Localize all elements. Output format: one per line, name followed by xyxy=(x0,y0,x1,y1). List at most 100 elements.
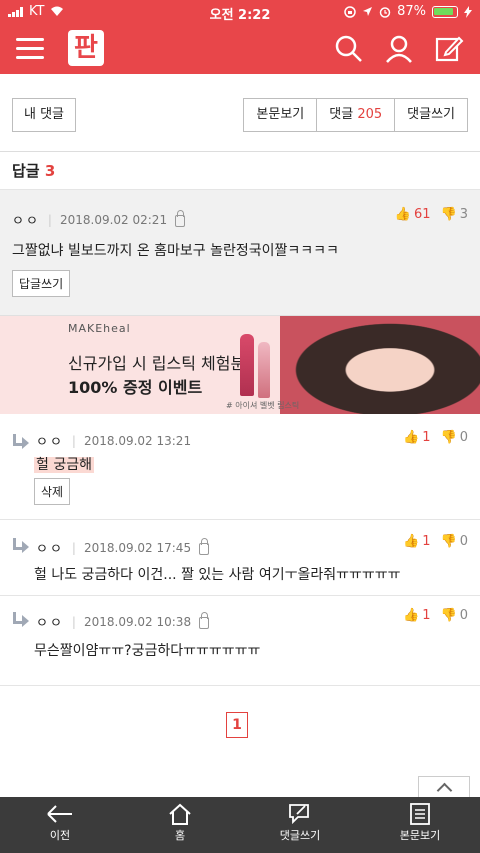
reply-text: 무슨짤이얌ㅠㅠ?궁금하다ㅠㅠㅠㅠㅠㅠ xyxy=(34,643,261,659)
bottom-nav: 이전 홈 댓글쓰기 본문보기 xyxy=(0,797,480,853)
document-icon xyxy=(410,803,430,825)
ad-banner[interactable]: MAKEheal 신규가입 시 립스틱 체험분 100% 증정 이벤트 # 아이… xyxy=(0,316,480,414)
reply-meta: ㅇㅇ | 2018.09.02 17:45 xyxy=(36,537,210,557)
comment-author: ㅇㅇ xyxy=(12,214,40,229)
dislike-button[interactable]: 👎 0 xyxy=(441,608,468,623)
nav-home[interactable]: 홈 xyxy=(120,797,240,853)
battery-icon xyxy=(432,5,458,18)
rotation-lock-icon xyxy=(344,5,356,18)
ad-brand: MAKEheal xyxy=(68,322,131,335)
home-icon xyxy=(169,803,191,825)
like-button[interactable]: 👍 1 xyxy=(403,608,430,623)
dislike-count: 3 xyxy=(459,207,468,222)
thumb-down-icon: 👎 xyxy=(440,534,457,549)
delete-button[interactable]: 삭제 xyxy=(34,478,71,505)
replies-label: 답글 xyxy=(12,162,40,180)
model-photo xyxy=(280,316,480,414)
reply-date: 2018.09.02 13:21 xyxy=(83,433,192,448)
user-icon[interactable] xyxy=(384,34,414,64)
reply-meta: ㅇㅇ | 2018.09.02 10:38 xyxy=(36,611,210,631)
reply-arrow-icon xyxy=(12,612,30,627)
like-count: 1 xyxy=(422,430,431,445)
view-post-button[interactable]: 본문보기 xyxy=(243,98,318,132)
thumb-up-icon: 👍 xyxy=(403,608,420,623)
reply-meta: ㅇㅇ | 2018.09.02 13:21 xyxy=(36,431,192,451)
search-icon[interactable] xyxy=(334,34,364,64)
nav-view-post[interactable]: 본문보기 xyxy=(360,797,480,853)
comments-count: 205 xyxy=(357,107,383,122)
thumb-up-icon: 👍 xyxy=(403,430,420,445)
like-button[interactable]: 👍 1 xyxy=(403,534,430,549)
ad-line-2: 100% 증정 이벤트 xyxy=(68,378,203,397)
dislike-button[interactable]: 👎 0 xyxy=(441,430,468,445)
reply-author: ㅇㅇ xyxy=(36,616,64,631)
page-1-link[interactable]: 1 xyxy=(226,712,248,738)
comment-text: 그짤없냐 빌보드까지 온 홈마보구 놀란정국이짤ㅋㅋㅋㅋ xyxy=(12,243,339,259)
action-row: 내 댓글 본문보기 댓글 205 댓글쓰기 xyxy=(0,74,480,152)
nav-view-label: 본문보기 xyxy=(399,829,441,842)
write-comment-button[interactable]: 댓글쓰기 xyxy=(395,98,468,132)
reply-text-highlight: 헐 궁금해 xyxy=(34,457,94,473)
like-button[interactable]: 👍 61 xyxy=(395,207,431,222)
thumb-up-icon: 👍 xyxy=(403,534,420,549)
reply-item: ㅇㅇ | 2018.09.02 10:38 👍 1 👎 0 무슨짤이얌ㅠㅠ?궁금하다… xyxy=(0,596,480,686)
back-arrow-icon xyxy=(47,805,72,823)
reply-item: ㅇㅇ | 2018.09.02 13:21 👍 1 👎 0 헐 궁금해 삭제 xyxy=(0,414,480,520)
reply-date: 2018.09.02 17:45 xyxy=(83,540,192,555)
scroll-top-button[interactable] xyxy=(418,776,470,798)
dislike-count: 0 xyxy=(459,534,468,549)
top-bar: KT 오전 2:22 87% 판 xyxy=(0,0,480,74)
nav-back-label: 이전 xyxy=(49,829,71,842)
nav-write[interactable]: 댓글쓰기 xyxy=(240,797,360,853)
edit-icon[interactable] xyxy=(434,34,464,64)
comment-tab-group: 본문보기 댓글 205 댓글쓰기 xyxy=(243,98,468,132)
reply-votes: 👍 1 👎 0 xyxy=(403,534,468,549)
battery-percent: 87% xyxy=(397,4,426,19)
ad-line-1: 신규가입 시 립스틱 체험분 xyxy=(68,354,246,373)
dislike-count: 0 xyxy=(459,608,468,623)
like-count: 61 xyxy=(413,207,431,222)
replies-count: 3 xyxy=(44,162,56,180)
status-bar: KT 오전 2:22 87% xyxy=(0,0,480,24)
comment-date: 2018.09.02 02:21 xyxy=(59,212,168,227)
like-count: 1 xyxy=(422,534,431,549)
app-bar: 판 xyxy=(0,24,480,74)
menu-icon[interactable] xyxy=(16,38,44,60)
thumb-down-icon: 👎 xyxy=(440,207,457,222)
like-button[interactable]: 👍 1 xyxy=(403,430,430,445)
lipstick-image-2 xyxy=(258,342,270,398)
lock-icon xyxy=(199,537,210,555)
reply-text: 헐 나도 궁금하다 이건... 짤 있는 사람 여기ㅜ올라줘ㅠㅠㅠㅠㅠ xyxy=(34,567,401,583)
thumb-down-icon: 👎 xyxy=(440,608,457,623)
location-icon xyxy=(363,7,373,16)
write-reply-button[interactable]: 답글쓰기 xyxy=(12,270,71,297)
reply-arrow-icon xyxy=(12,538,30,553)
dislike-button[interactable]: 👎 0 xyxy=(441,534,468,549)
replies-header: 답글 3 xyxy=(0,152,480,190)
main-comment: ㅇㅇ | 2018.09.02 02:21 👍 61 👎 3 그짤없냐 빌보드까지 … xyxy=(0,190,480,316)
dislike-button[interactable]: 👎 3 xyxy=(441,207,468,222)
comment-votes: 👍 61 👎 3 xyxy=(395,207,468,222)
lock-icon xyxy=(175,209,186,227)
reply-votes: 👍 1 👎 0 xyxy=(403,430,468,445)
ad-tag: # 아이셔 벨벳 립스틱 xyxy=(226,401,300,410)
alarm-icon xyxy=(379,6,391,18)
thumb-up-icon: 👍 xyxy=(394,207,411,222)
dislike-count: 0 xyxy=(459,430,468,445)
lipstick-image xyxy=(240,334,254,396)
lock-icon xyxy=(199,611,210,629)
logo[interactable]: 판 xyxy=(68,30,104,66)
nav-back[interactable]: 이전 xyxy=(0,797,120,853)
nav-write-label: 댓글쓰기 xyxy=(279,829,321,842)
charging-icon xyxy=(464,5,472,18)
reply-author: ㅇㅇ xyxy=(36,435,64,450)
reply-item: ㅇㅇ | 2018.09.02 17:45 👍 1 👎 0 헐 나도 궁금하다 이건… xyxy=(0,520,480,596)
comments-label: 댓글 xyxy=(329,107,354,122)
reply-votes: 👍 1 👎 0 xyxy=(403,608,468,623)
reply-arrow-icon xyxy=(12,434,30,449)
like-count: 1 xyxy=(422,608,431,623)
my-comments-button[interactable]: 내 댓글 xyxy=(12,98,76,132)
thumb-down-icon: 👎 xyxy=(440,430,457,445)
comments-count-button[interactable]: 댓글 205 xyxy=(317,98,396,132)
comment-meta: ㅇㅇ | 2018.09.02 02:21 xyxy=(12,209,186,229)
